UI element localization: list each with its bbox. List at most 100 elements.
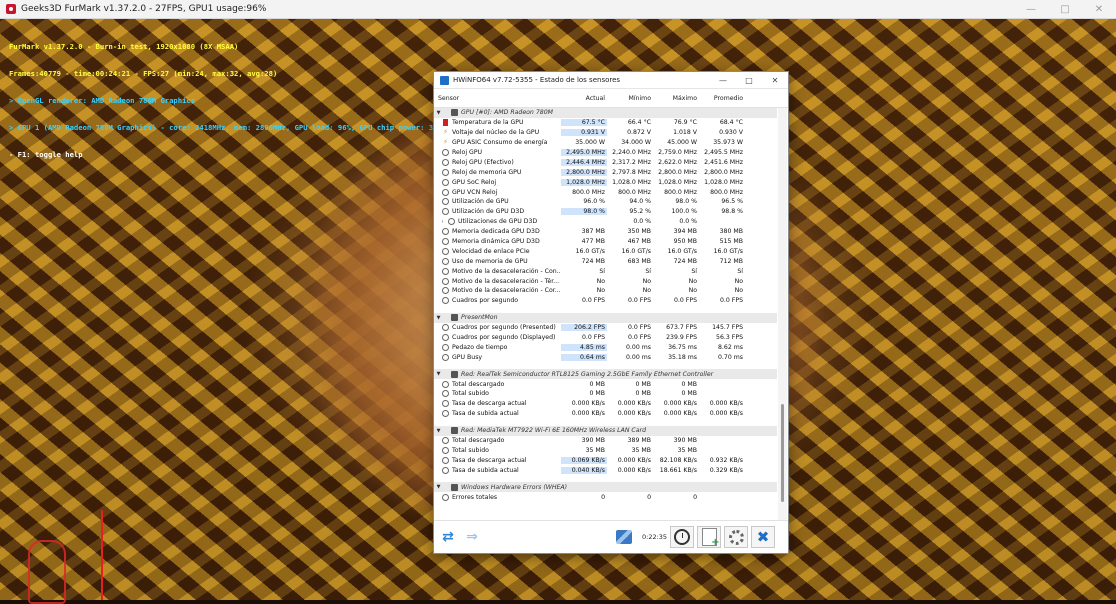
settings-button[interactable] (724, 526, 749, 548)
value-max: 2,800.0 MHz (658, 168, 697, 176)
timer-button[interactable] (670, 526, 695, 548)
sensor-label: Motivo de la desaceleración - Con... (452, 267, 561, 275)
close-icon[interactable]: ✕ (1082, 0, 1116, 18)
value-min: 0.0 % (633, 218, 651, 226)
value-actual: 0.64 ms (561, 353, 607, 361)
column-header-avg[interactable]: Promedio (699, 95, 745, 102)
table-row[interactable]: Motivo de la desaceleración - Cor... No No… (434, 286, 777, 296)
collapse-caret-icon[interactable]: ▼ (434, 428, 443, 434)
table-row[interactable]: Errores totales 0 0 0 (434, 492, 777, 502)
table-row[interactable]: Tasa de descarga actual 0.069 KB/s 0.000 K… (434, 455, 777, 465)
section-name: Windows Hardware Errors (WHEA) (461, 483, 568, 491)
table-row[interactable]: Tasa de subida actual 0.040 KB/s 0.000 KB/… (434, 465, 777, 475)
table-row[interactable]: Utilización de GPU 96.0 % 94.0 % 98.0 % 96.5… (434, 197, 777, 207)
table-row[interactable]: GPU SoC Reloj 1,028.0 MHz 1,028.0 MHz 1,028… (434, 177, 777, 187)
table-row[interactable]: GPU Busy 0.64 ms 0.00 ms 35.18 ms 0.70 ms (434, 352, 777, 362)
furmark-window-controls: — □ ✕ (1014, 0, 1116, 18)
value-min: 0 (647, 493, 651, 501)
sensor-name-cell: Tasa de descarga actual (434, 400, 561, 408)
value-avg: 380 MB (719, 228, 743, 236)
value-actual: 1,028.0 MHz (561, 178, 607, 186)
collapse-caret-icon[interactable]: ▼ (434, 110, 443, 116)
value-max: 100.0 % (671, 208, 697, 216)
sensor-name-cell: ⚡ GPU ASIC Consumo de energía (434, 139, 561, 146)
expand-caret-icon[interactable]: › (440, 219, 445, 225)
table-row[interactable]: Motivo de la desaceleración - Tér... No No… (434, 276, 777, 286)
expand-arrows-button[interactable]: ⇒ (460, 526, 484, 548)
table-row[interactable]: Total subido 35 MB 35 MB 35 MB (434, 446, 777, 456)
collapse-caret-icon[interactable]: ▼ (434, 484, 443, 490)
value-min: 0.0 FPS (627, 297, 651, 305)
sensor-label: Total descargado (452, 437, 505, 445)
osd-line-help: - F1: toggle help (9, 150, 83, 159)
clock-icon (442, 238, 449, 246)
table-row[interactable]: Memoria dedicada GPU D3D 387 MB 350 MB 394 … (434, 227, 777, 237)
table-row[interactable]: Cuadros por segundo (Displayed) 0.0 FPS 0.… (434, 333, 777, 343)
value-avg: 68.4 °C (719, 119, 743, 127)
column-header-max[interactable]: Máximo (653, 95, 699, 102)
vertical-scrollbar[interactable] (778, 108, 787, 520)
table-row[interactable]: GPU VCN Reloj 800.0 MHz 800.0 MHz 800.0 MHz… (434, 187, 777, 197)
table-row[interactable]: Memoria dinámica GPU D3D 477 MB 467 MB 950 … (434, 237, 777, 247)
section-header[interactable]: ▼ Windows Hardware Errors (WHEA) (434, 482, 777, 493)
column-header-actual[interactable]: Actual (561, 95, 607, 102)
table-row[interactable]: Velocidad de enlace PCIe 16.0 GT/s 16.0 GT… (434, 246, 777, 256)
table-row[interactable]: Cuadros por segundo 0.0 FPS 0.0 FPS 0.0 FPS… (434, 296, 777, 306)
hwinfo-title-bar[interactable]: HWiNFO64 v7.72-5355 - Estado de los sens… (434, 72, 788, 89)
sensor-label: Utilización de GPU (452, 198, 509, 206)
table-row[interactable]: Utilización de GPU D3D 98.0 % 95.2 % 100.0 … (434, 207, 777, 217)
section-header[interactable]: ▼ Red: RealTek Semiconductor RTL8125 Gami… (434, 369, 777, 380)
furmark-window-title: Geeks3D FurMark v1.37.2.0 - 27FPS, GPU1 … (21, 4, 267, 14)
collapse-arrows-button[interactable]: ⇄ (436, 526, 460, 548)
table-row[interactable]: ⚡ Voltaje del núcleo de la GPU 0.931 V 0.87… (434, 128, 777, 138)
table-row[interactable]: Tasa de descarga actual 0.000 KB/s 0.000 K… (434, 399, 777, 409)
network-button[interactable] (612, 526, 636, 548)
sensor-name-cell: › Utilizaciones de GPU D3D (434, 218, 561, 226)
table-row[interactable]: Reloj GPU (Efectivo) 2,446.4 MHz 2,317.2 M… (434, 157, 777, 167)
value-actual: 98.0 % (561, 208, 607, 216)
column-header-min[interactable]: Mínimo (607, 95, 653, 102)
value-max: Sí (691, 267, 697, 275)
value-avg: 0.70 ms (718, 353, 743, 361)
table-row[interactable]: Uso de memoria de GPU 724 MB 683 MB 724 MB 7… (434, 256, 777, 266)
value-avg: 16.0 GT/s (713, 247, 743, 255)
close-icon[interactable]: ✕ (762, 72, 788, 88)
close-x-icon: ✖ (756, 528, 770, 546)
table-row[interactable]: Motivo de la desaceleración - Con... Sí Sí… (434, 266, 777, 276)
minimize-icon[interactable]: — (1014, 0, 1048, 18)
table-row[interactable]: › Utilizaciones de GPU D3D 0.0 % 0.0 % (434, 217, 777, 227)
log-button[interactable] (697, 526, 722, 548)
table-row[interactable]: Total subido 0 MB 0 MB 0 MB (434, 389, 777, 399)
clock-icon (442, 437, 449, 445)
value-max: 800.0 MHz (664, 188, 697, 196)
collapse-caret-icon[interactable]: ▼ (434, 315, 443, 321)
value-max: 950 MB (673, 238, 697, 246)
column-header-sensor[interactable]: Sensor (434, 95, 561, 102)
value-max: 0 MB (681, 390, 698, 398)
maximize-icon[interactable]: □ (736, 72, 762, 88)
section-title: ▼ Red: RealTek Semiconductor RTL8125 Gami… (434, 370, 774, 378)
scrollbar-thumb[interactable] (781, 404, 784, 502)
table-row[interactable]: Pedazo de tiempo 4.85 ms 0.00 ms 36.75 ms 8.… (434, 342, 777, 352)
hwinfo-toolbar: ⇄ ⇒ 0:22:35 ✖ (434, 520, 788, 553)
furmark-title-bar[interactable]: Geeks3D FurMark v1.37.2.0 - 27FPS, GPU1 … (0, 0, 1116, 19)
section-header[interactable]: ▼ Red: MediaTek MT7922 Wi-Fi 6E 160MHz Wi… (434, 425, 777, 436)
table-row[interactable]: Reloj GPU 2,495.0 MHz 2,240.0 MHz 2,759.0 M… (434, 148, 777, 158)
table-row[interactable]: Total descargado 390 MB 389 MB 390 MB (434, 436, 777, 446)
bolt-icon: ⚡ (443, 129, 448, 137)
table-row[interactable]: Reloj de memoria GPU 2,800.0 MHz 2,797.8 M… (434, 167, 777, 177)
close-sensors-button[interactable]: ✖ (751, 526, 776, 548)
table-row[interactable]: Total descargado 0 MB 0 MB 0 MB (434, 379, 777, 389)
collapse-caret-icon[interactable]: ▼ (434, 371, 443, 377)
maximize-icon[interactable]: □ (1048, 0, 1082, 18)
section-header[interactable]: ▼ PresentMon (434, 312, 777, 323)
section-header[interactable]: ▼ GPU [#0]: AMD Radeon 780M (434, 108, 777, 118)
table-row[interactable]: Tasa de subida actual 0.000 KB/s 0.000 KB/… (434, 409, 777, 419)
value-max: 45.000 W (667, 139, 697, 147)
value-min: 2,240.0 MHz (612, 149, 651, 156)
value-max: No (688, 287, 697, 295)
table-row[interactable]: Cuadros por segundo (Presented) 206.2 FPS… (434, 323, 777, 333)
table-row[interactable]: ⚡ GPU ASIC Consumo de energía 35.000 W 34.0… (434, 138, 777, 148)
minimize-icon[interactable]: — (710, 72, 736, 88)
table-row[interactable]: Temperatura de la GPU 67.5 °C 66.4 °C 76.9 … (434, 118, 777, 128)
